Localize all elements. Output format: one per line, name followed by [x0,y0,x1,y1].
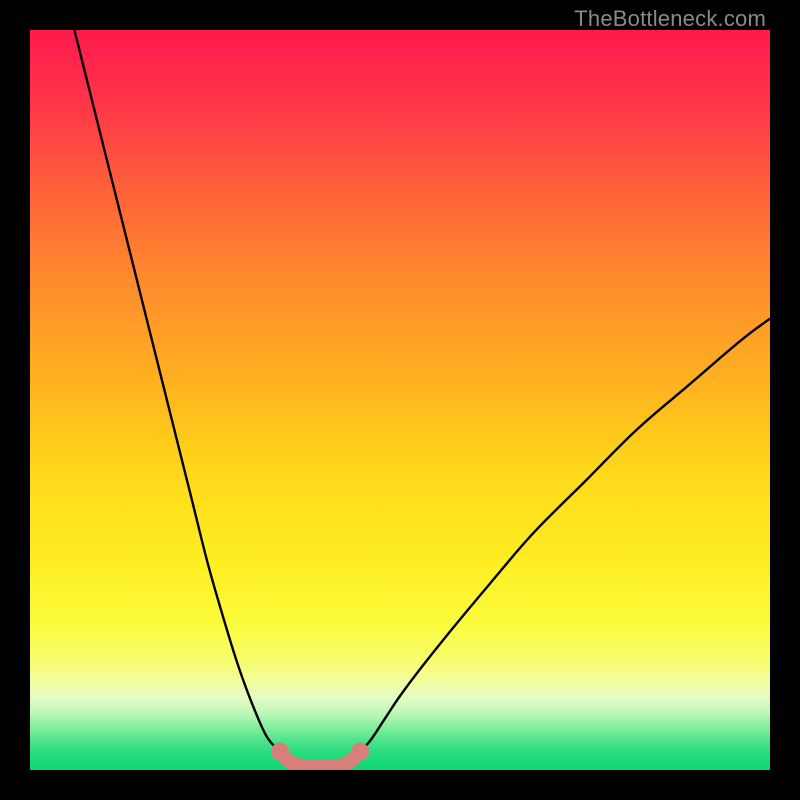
optimal-band-dot [282,754,296,768]
chart-background [30,30,770,770]
optimal-band-dot [343,754,357,768]
watermark-text: TheBottleneck.com [574,6,766,32]
chart-frame [30,30,770,770]
chart-plot [30,30,770,770]
